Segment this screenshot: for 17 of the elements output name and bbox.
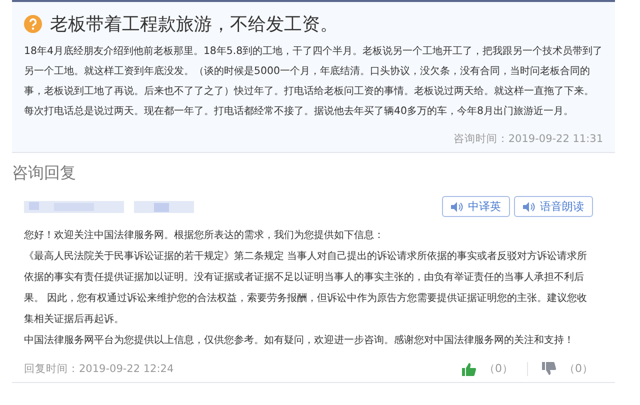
speaker-icon [451, 202, 463, 212]
speaker-icon [523, 202, 535, 212]
question-title: 老板带着工程款旅游，不给发工资。 [50, 13, 338, 36]
section-heading: 咨询回复 [12, 163, 77, 184]
dislike-count: （0） [564, 361, 593, 376]
question-icon [24, 15, 42, 33]
reply-text: 《最高人民法院关于民事诉讼证据的若干规定》第二条规定 当事人对自己提出的诉讼请求所依据的事实或者反驳对方诉讼请求所依据的事实有责任提供证据加以证明。没有证据或者证据不足以证明当事人的事实主张的，由负有举证责任的当事人承担不利后果。 因此，您有权通过诉讼来维护您的合法权益，索要劳务报酬，但诉讼中作为原告方您需要提供证据证明您的主张。建议您收集相关证据后再起诉。 [24, 250, 588, 327]
thumbs-down-icon[interactable] [542, 362, 556, 376]
question-text: 18年4月底经朋友介绍到他前老板那里。18年5.8到的工地，干了四个半月。老板说另一个工地开工了，把我跟另一个技术员带到了另一个工地。就这样工资到年底没发。（谈的时候是5000一个月，年底结清。口头协议，没欠条，没有合同，当时问老板合同的事，老板说到工地了再说。后来也不了了之了）快过年了。打电话给老板问工资的事情。老板说过两天给。就这样一直拖了下来。每次打电话总是说过两天。现在都一年了。打电话都经常不接了。据说他去年买了辆40多万的车，今年8月出门旅游近一月。 [24, 44, 603, 119]
speech-button[interactable]: 中译英 [442, 196, 510, 217]
reply-text: 中国法律服务网平台为您提供以上信息，仅供您参考。如有疑问，欢迎进一步咨询。感谢您对中国法律服务网的关注和支持！ [24, 334, 575, 348]
thumbs-up-icon[interactable] [462, 362, 476, 376]
like-count: （0） [484, 361, 513, 376]
question-time: 咨询时间：2019-09-22 11:31 [452, 132, 603, 146]
speech-button[interactable]: 语音朗读 [514, 196, 593, 217]
reply-text: 您好！欢迎关注中国法律服务网。根据您所表达的需求，我们为您提供如下信息： [24, 228, 385, 243]
reply-time: 回复时间：2019-09-22 12:24 [24, 362, 174, 376]
